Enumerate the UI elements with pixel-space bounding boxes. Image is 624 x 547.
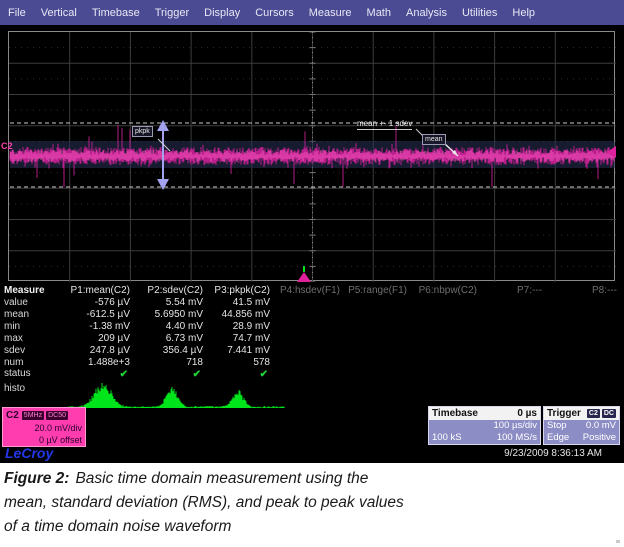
timebase-position: 0 µs [517,408,537,419]
param-header-p8[interactable]: P8:--- [535,285,617,297]
p1-min: -1.38 mV [48,321,130,333]
figure-caption: Figure 2: Basic time domain measurement u… [4,467,544,539]
figure-caption-label: Figure 2: [4,470,69,487]
figure-caption-line-1: Basic time domain measurement using the [75,470,368,487]
oscilloscope-screen: File Vertical Timebase Trigger Display Cursor… [0,0,624,463]
menu-item-utilities[interactable]: Utilities [462,7,497,19]
row-label-min: min [4,321,20,333]
trigger-coupling-badge: DC [602,409,616,418]
param-column-p3: P3:pkpk(C2) 41.5 mV 44.856 mV 28.9 mV 74… [188,285,270,381]
p1-sdev: 247.8 µV [48,345,130,357]
trigger-source-badge: C2 [587,409,600,418]
menu-item-timebase[interactable]: Timebase [92,7,140,19]
p3-sdev: 7.441 mV [188,345,270,357]
trigger-tick-icon [303,266,305,272]
menu-item-file[interactable]: File [8,7,26,19]
row-label-mean: mean [4,309,29,321]
timebase-scale: 100 µs/div [494,420,538,432]
channel-label: C2 [6,410,19,421]
menu-item-display[interactable]: Display [204,7,240,19]
mean-sdev-annotation: mean +- 1 sdev [357,119,412,130]
menu-item-measure[interactable]: Measure [309,7,352,19]
timebase-rate: 100 MS/s [497,432,537,444]
waveform-plot [9,32,616,282]
p3-max: 74.7 mV [188,333,270,345]
row-label-histo: histo [4,383,25,395]
row-label-status: status [4,368,31,380]
param-header-p1[interactable]: P1:mean(C2) [48,285,130,297]
lecroy-logo: LeCroy [5,445,53,461]
mean-annotation: mean [422,134,446,145]
trigger-time-marker-icon[interactable] [297,272,311,282]
page: File Vertical Timebase Trigger Display Cursor… [0,0,624,547]
param-column-p1: P1:mean(C2) -576 µV -612.5 µV -1.38 mV 2… [48,285,130,381]
trigger-mode: Stop [547,420,567,432]
menu-item-math[interactable]: Math [367,7,391,19]
menu-item-help[interactable]: Help [512,7,535,19]
p1-status-check-icon: ✔ [48,369,130,381]
p1-max: 209 µV [48,333,130,345]
timebase-samples: 100 kS [432,432,462,444]
coupling-badge: DC50 [46,411,68,420]
menu-item-trigger[interactable]: Trigger [155,7,189,19]
timebase-descriptor[interactable]: Timebase 0 µs 100 µs/div 100 kS 100 MS/s [428,406,541,445]
pkpk-annotation: pkpk [132,126,153,137]
p3-value: 41.5 mV [188,297,270,309]
row-label-value: value [4,297,28,309]
p3-num: 578 [188,357,270,369]
p3-status-check-icon: ✔ [188,369,270,381]
p3-mean: 44.856 mV [188,309,270,321]
trigger-descriptor[interactable]: Trigger C2 DC Stop 0.0 mV Edge Positive [543,406,620,445]
menu-item-analysis[interactable]: Analysis [406,7,447,19]
param-column-p8: P8:--- [535,285,617,297]
channel-scale: 20.0 mV/div [6,422,82,434]
row-label-max: max [4,333,23,345]
figure-caption-line-3: of a time domain noise waveform [4,515,544,539]
measure-table-title: Measure [4,285,45,296]
p1-num: 1.488e+3 [48,357,130,369]
parameter-histograms [62,383,292,409]
timebase-title: Timebase [432,408,478,419]
trigger-type: Edge [547,432,569,444]
trigger-level-marker-icon[interactable] [607,146,616,158]
channel-c2-descriptor[interactable]: C2 5MHz DC50 20.0 mV/div 0 µV offset [2,407,86,447]
bandwidth-badge: 5MHz [22,411,44,420]
figure-caption-line-2: mean, standard deviation (RMS), and peak… [4,491,544,515]
waveform-grid: pkpk mean +- 1 sdev mean [8,31,615,281]
trigger-slope: Positive [583,432,616,444]
cursor-artifact [616,540,620,543]
param-column-p7: P7:--- [460,285,542,297]
param-header-p7[interactable]: P7:--- [460,285,542,297]
datetime-stamp: 9/23/2009 8:36:13 AM [460,448,602,459]
row-label-sdev: sdev [4,345,25,357]
menu-item-vertical[interactable]: Vertical [41,7,77,19]
trigger-title: Trigger [547,408,581,419]
channel-c2-offset-marker[interactable]: C2 [1,141,13,151]
menu-bar: File Vertical Timebase Trigger Display Cursor… [0,0,624,25]
p3-min: 28.9 mV [188,321,270,333]
p1-mean: -612.5 µV [48,309,130,321]
trigger-level: 0.0 mV [586,420,616,432]
p1-value: -576 µV [48,297,130,309]
menu-item-cursors[interactable]: Cursors [255,7,294,19]
